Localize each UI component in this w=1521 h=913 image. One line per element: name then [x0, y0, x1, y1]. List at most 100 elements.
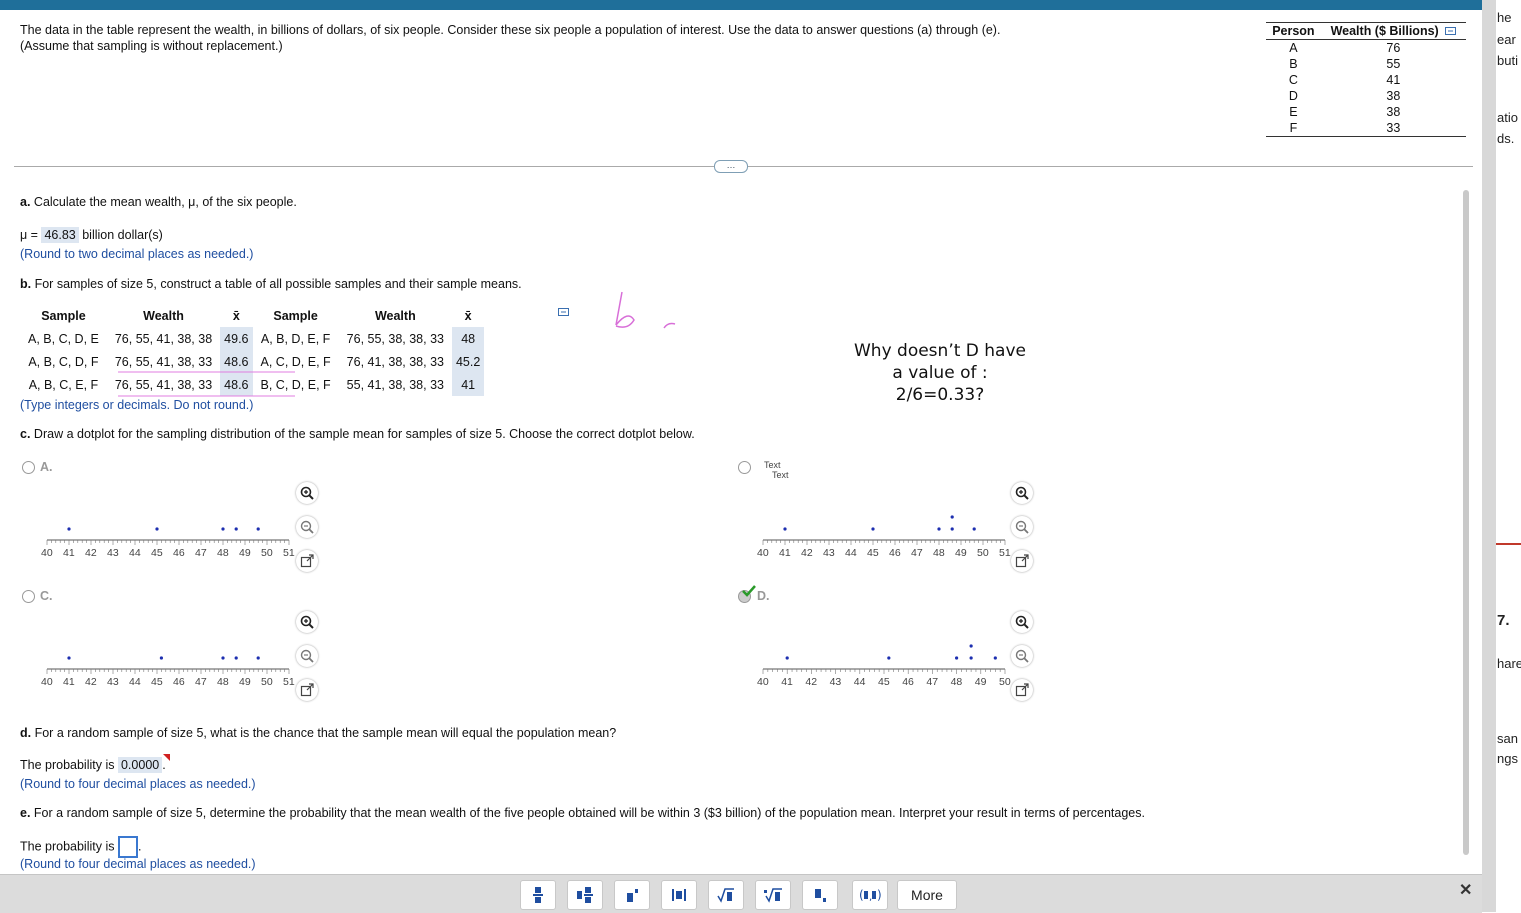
dotplot-d: 40 41 42 43 44 45 46 47 48 49 50	[756, 634, 1011, 694]
dotplot-tick-label: 46	[889, 547, 901, 559]
dotplot-tick-label: 41	[779, 547, 791, 559]
zoom-in-icon[interactable]	[296, 482, 318, 504]
absolute-value-tool-button[interactable]	[661, 880, 697, 910]
dotplot-tick-label: 50	[261, 676, 273, 688]
open-new-window-icon[interactable]	[1011, 679, 1033, 701]
option-c-radio[interactable]	[22, 590, 35, 603]
mixed-number-tool-button[interactable]	[567, 880, 603, 910]
dotplot-tick-label: 48	[950, 676, 963, 688]
probability-input[interactable]	[117, 836, 138, 858]
open-new-window-icon[interactable]	[296, 679, 318, 701]
zoom-out-icon[interactable]	[296, 645, 318, 667]
dotplot-dot	[67, 656, 71, 660]
probability-answer-field[interactable]: 0.0000	[117, 757, 163, 773]
dotplot-tick-label: 46	[902, 676, 914, 688]
right-panel-text: hare	[1497, 656, 1521, 671]
exponent-tool-button[interactable]	[614, 880, 650, 910]
checkmark-icon	[742, 585, 756, 597]
table-header-wealth: Wealth ($ Billions)	[1320, 22, 1466, 40]
dotplot-tick-label: 44	[129, 547, 141, 559]
table-row: E 38	[1289, 105, 1401, 119]
dotplot-dot	[937, 527, 941, 531]
zoom-in-icon[interactable]	[1011, 482, 1033, 504]
dotplot-tick-label: 43	[107, 547, 119, 559]
svg-text:): )	[877, 888, 881, 902]
fraction-tool-button[interactable]	[520, 880, 556, 910]
dotplot-tick-label: 51	[999, 547, 1011, 559]
right-panel-text: ds.	[1497, 131, 1515, 146]
dotplot-dot	[234, 656, 238, 660]
option-a-radio[interactable]	[22, 461, 35, 474]
dotplot-dot	[950, 527, 954, 531]
dotplot-tick-label: 44	[129, 676, 141, 688]
dotplot-tick-label: 49	[974, 676, 987, 688]
dotplot-tick-label: 47	[195, 676, 207, 688]
part-e-question: e. For a random sample of size 5, determ…	[20, 806, 1145, 820]
dotplot-dot	[950, 515, 954, 519]
dotplot-tick-label: 45	[151, 547, 163, 559]
table-row: F 33	[1266, 120, 1466, 137]
dotplot-tick-label: 45	[867, 547, 879, 559]
option-b-radio[interactable]	[738, 461, 751, 474]
mean-answer-field[interactable]: 46.83	[41, 227, 79, 243]
dotplot-dot	[67, 527, 71, 531]
dotplot-tick-label: 46	[173, 676, 185, 688]
dotplot-tick-label: 42	[85, 547, 97, 559]
dotplot-tick-label: 40	[757, 676, 769, 688]
dotplot-tick-label: 41	[63, 547, 75, 559]
dotplot-b: 40 41 42 43 44 45 46 47 48 49 50 51	[756, 505, 1011, 565]
dotplot-c: 40 41 42 43 44 45 46 47 48 49 50 51	[40, 634, 295, 694]
dotplot-dot	[969, 656, 973, 660]
dotplot-dot	[993, 656, 997, 660]
dotplot-svg	[762, 644, 1006, 674]
zoom-out-icon[interactable]	[1011, 516, 1033, 538]
option-d-label: D.	[757, 589, 770, 603]
zoom-out-icon[interactable]	[296, 516, 318, 538]
svg-text:(: (	[859, 888, 864, 902]
expand-button[interactable]: …	[714, 160, 748, 173]
dotplot-dot	[871, 527, 875, 531]
dotplot-tick-label: 49	[955, 547, 967, 559]
dotplot-dot	[256, 656, 260, 660]
fraction-icon	[533, 887, 543, 903]
intro-text: The data in the table represent the weal…	[20, 23, 1001, 53]
ordered-pair-tool-button[interactable]: (,)	[852, 880, 888, 910]
more-tools-button[interactable]: More	[897, 880, 957, 910]
part-e-answer: The probability is .	[20, 836, 141, 858]
dotplot-svg	[762, 515, 1006, 545]
dotplot-tick-label: 50	[977, 547, 989, 559]
zoom-out-icon[interactable]	[1011, 645, 1033, 667]
zoom-in-icon[interactable]	[296, 611, 318, 633]
dotplot-tick-label: 46	[173, 547, 185, 559]
part-d-question: d. For a random sample of size 5, what i…	[20, 726, 617, 740]
close-icon[interactable]: ✕	[1459, 880, 1472, 900]
dotplot-tick-label: 51	[283, 547, 295, 559]
dotplot-tick-label: 40	[757, 547, 769, 559]
top-bar	[0, 0, 1482, 10]
copy-icon[interactable]	[1445, 27, 1457, 36]
dotplot-tick-label: 44	[845, 547, 857, 559]
open-new-window-icon[interactable]	[1011, 550, 1033, 572]
right-panel-text: san	[1497, 731, 1518, 746]
nth-root-icon	[764, 888, 782, 903]
zoom-in-icon[interactable]	[1011, 611, 1033, 633]
part-e-hint: (Round to four decimal places as needed.…	[20, 857, 256, 871]
dotplot-tick-label: 42	[805, 676, 818, 688]
part-b-hint: (Type integers or decimals. Do not round…	[20, 398, 254, 412]
open-new-window-icon[interactable]	[296, 550, 318, 572]
dotplot-dot	[783, 527, 787, 531]
scrollbar[interactable]	[1463, 190, 1469, 855]
mixed-number-icon	[577, 887, 593, 903]
subscript-tool-button[interactable]	[802, 880, 838, 910]
dotplot-dot	[256, 527, 260, 531]
dotplot-tick-label: 51	[283, 676, 295, 688]
dotplot-tick-label: 43	[107, 676, 119, 688]
dotplot-tick-label: 50	[999, 676, 1011, 688]
table-header-person: Person	[1266, 22, 1321, 40]
table-row: A 76	[1289, 41, 1401, 55]
dotplot-dot	[969, 644, 973, 648]
dotplot-svg	[46, 527, 290, 545]
part-d-hint: (Round to four decimal places as needed.…	[20, 777, 256, 791]
nth-root-tool-button[interactable]	[755, 880, 791, 910]
sqrt-tool-button[interactable]	[708, 880, 744, 910]
